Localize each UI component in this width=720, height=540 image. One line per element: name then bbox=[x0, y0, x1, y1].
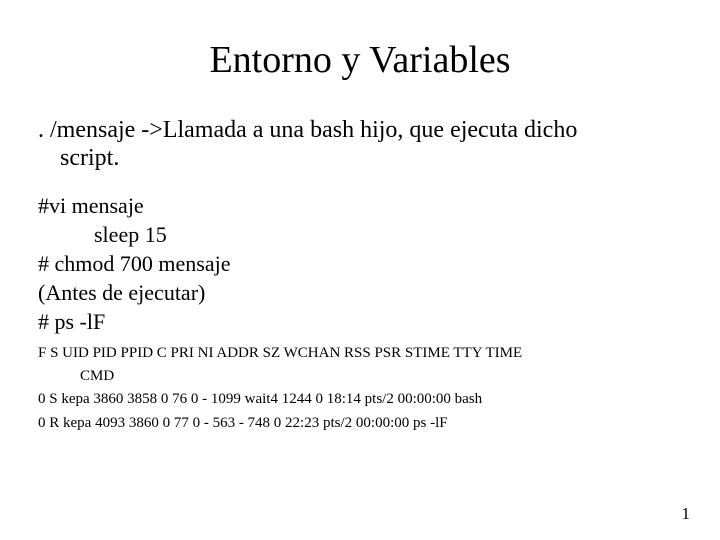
ps-row: 0 R kepa 4093 3860 0 77 0 - 563 - 748 0 … bbox=[38, 412, 682, 435]
ps-header: F S UID PID PPID C PRI NI ADDR SZ WCHAN … bbox=[38, 342, 682, 389]
page-number: 1 bbox=[682, 504, 691, 524]
code-line: #vi mensaje bbox=[38, 191, 682, 220]
lead-paragraph: . /mensaje ->Llamada a una bash hijo, qu… bbox=[38, 116, 682, 173]
ps-row: 0 S kepa 3860 3858 0 76 0 - 1099 wait4 1… bbox=[38, 388, 682, 411]
ps-header-main: F S UID PID PPID C PRI NI ADDR SZ WCHAN … bbox=[38, 345, 522, 361]
slide: Entorno y Variables . /mensaje ->Llamada… bbox=[0, 0, 720, 540]
code-line: # chmod 700 mensaje bbox=[38, 249, 682, 278]
slide-title: Entorno y Variables bbox=[38, 38, 682, 82]
code-line: (Antes de ejecutar) bbox=[38, 278, 682, 307]
lead-line-1: . /mensaje ->Llamada a una bash hijo, qu… bbox=[38, 117, 577, 143]
code-block: #vi mensaje sleep 15 # chmod 700 mensaje… bbox=[38, 191, 682, 336]
ps-header-cmd: CMD bbox=[38, 365, 682, 388]
lead-line-2: script. bbox=[38, 144, 682, 172]
code-line: sleep 15 bbox=[38, 220, 682, 249]
code-line: # ps -lF bbox=[38, 307, 682, 336]
